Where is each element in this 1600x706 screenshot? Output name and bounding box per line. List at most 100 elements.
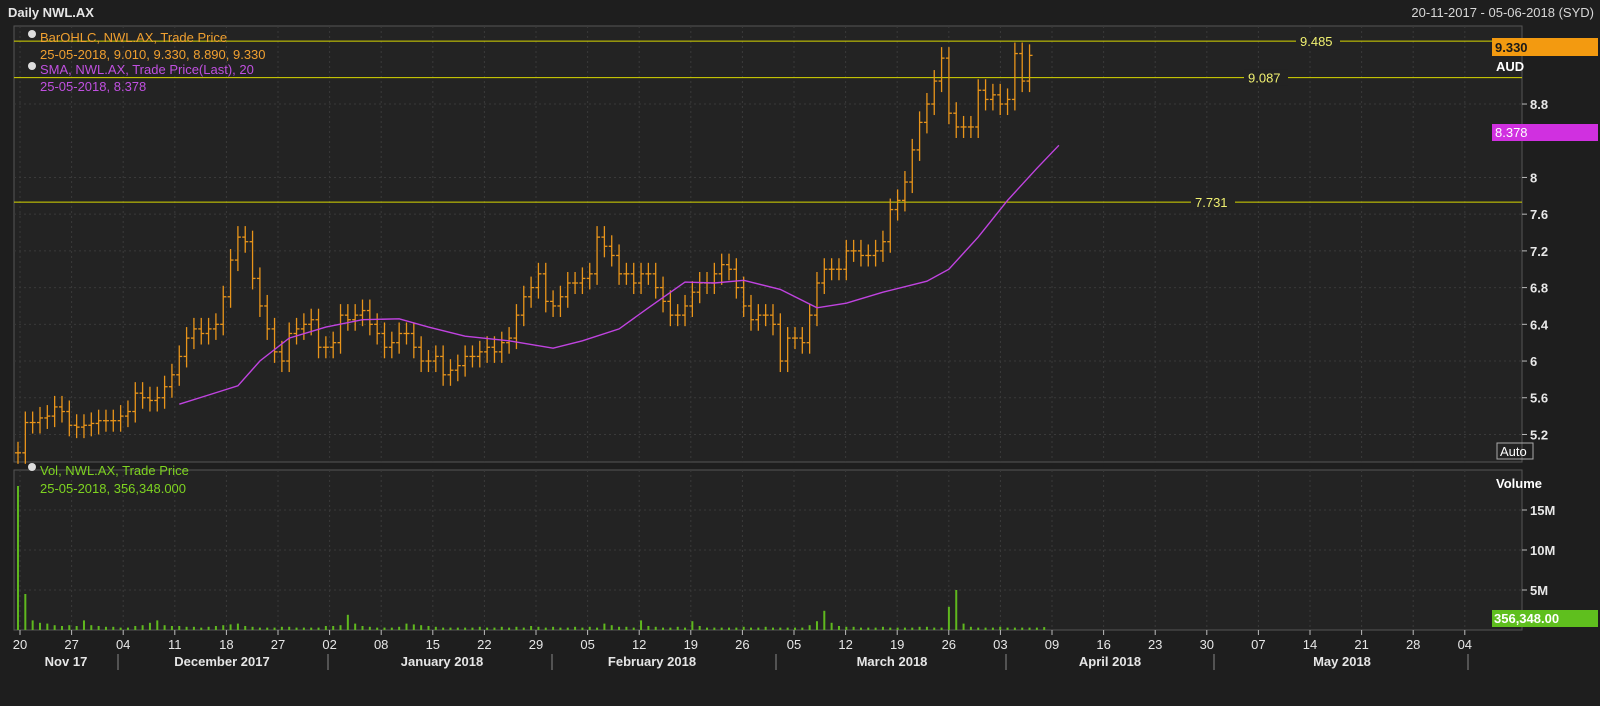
volume-bar [962,623,965,630]
volume-bar [808,625,811,630]
volume-bar [896,627,899,630]
volume-bar [236,623,239,630]
x-tick-label: 15 [426,637,440,652]
volume-bar [625,626,628,630]
volume-bar [581,627,584,630]
volume-bar [170,626,173,630]
volume-bar [207,626,210,630]
volume-bar [559,627,562,630]
volume-bar [969,626,972,630]
reference-label: 9.087 [1248,71,1281,86]
volume-bar [24,594,27,630]
x-tick-label: 27 [64,637,78,652]
volume-bar [251,626,254,630]
volume-bar [881,626,884,630]
volume-bar [339,625,342,630]
volume-legend-name: Vol, NWL.AX, Trade Price [40,463,189,478]
volume-bar [68,625,71,630]
volume-bar [390,627,393,630]
volume-bar [691,621,694,630]
volume-bar [486,627,489,630]
volume-bar [603,623,606,630]
x-tick-label: 22 [477,637,491,652]
volume-bar [1035,627,1038,630]
x-tick-label: 18 [219,637,233,652]
volume-bar [984,627,987,630]
price-volume-chart[interactable]: 5.2 5.6 6 6.4 6.8 7.2 7.6 8 8.8 5M 10M 15M 20 27 04 11 1… [0,0,1600,706]
volume-bar [141,625,144,630]
last-volume-tag: 356,348.00 [1494,611,1559,626]
price-tick-label: 8.8 [1530,97,1548,112]
volume-bar [434,626,437,630]
volume-bar [720,627,723,630]
volume-bar [874,627,877,630]
volume-bar [464,627,467,630]
volume-bar [1006,627,1009,630]
x-tick-label: 28 [1406,637,1420,652]
volume-bar [771,627,774,630]
volume-bar [119,627,122,630]
volume-bar [1013,627,1016,630]
volume-bar [17,486,19,630]
volume-bar [742,626,745,630]
volume-bar [442,627,445,630]
volume-bar [75,626,78,630]
x-tick-label: 23 [1148,637,1162,652]
volume-bar [566,627,569,630]
volume-legend-values: 25-05-2018, 356,348.000 [40,481,186,496]
volume-bar [376,627,379,630]
chart-window: Daily NWL.AX 20-11-2017 - 05-06-2018 (SY… [0,0,1600,706]
volume-bar [478,626,481,630]
volume-bar [405,623,408,630]
volume-tick-label: 10M [1530,543,1555,558]
volume-bar [156,620,159,630]
x-tick-label: 21 [1354,637,1368,652]
volume-bar [273,627,276,630]
volume-bar [574,626,577,630]
volume-bar [662,627,665,630]
volume-bar [647,626,650,630]
volume-bar [383,627,386,630]
x-tick-label: 03 [993,637,1007,652]
volume-bar [280,626,283,630]
volume-bar [214,626,217,630]
volume-bar [654,626,657,630]
x-tick-label: 04 [1458,637,1472,652]
volume-bar [31,620,34,630]
volume-bar [735,627,738,630]
x-tick-label: 26 [942,637,956,652]
volume-bar [837,626,840,630]
x-tick-label: 27 [271,637,285,652]
volume-bar [222,625,225,630]
volume-bar [288,626,291,630]
volume-bar [933,627,936,630]
legend-toggle-icon [28,30,36,38]
volume-bar [324,626,327,630]
volume-bar [867,627,870,630]
volume-bar [786,627,789,630]
price-tick-label: 6 [1530,354,1537,369]
volume-bar [53,625,56,630]
volume-bar [200,627,203,630]
x-tick-label: 20 [13,637,27,652]
volume-bar [991,627,994,630]
volume-bar [823,610,826,630]
volume-bar [427,626,430,630]
volume-bar [90,625,93,630]
volume-bar [618,626,621,630]
volume-bar [757,627,760,630]
legend-series-name: BarOHLC, NWL.AX, Trade Price [40,30,227,45]
sma-tag: 8.378 [1495,125,1528,140]
volume-bar [456,627,459,630]
x-tick-label: 26 [735,637,749,652]
x-tick-label: 12 [632,637,646,652]
volume-bar [977,627,980,630]
volume-bar [698,626,701,630]
volume-bar [940,627,943,630]
volume-bar [537,626,540,630]
volume-bar [346,614,349,630]
x-tick-label: 09 [1045,637,1059,652]
price-tick-label: 5.6 [1530,391,1548,406]
x-tick-label: 02 [322,637,336,652]
x-tick-label: 07 [1251,637,1265,652]
